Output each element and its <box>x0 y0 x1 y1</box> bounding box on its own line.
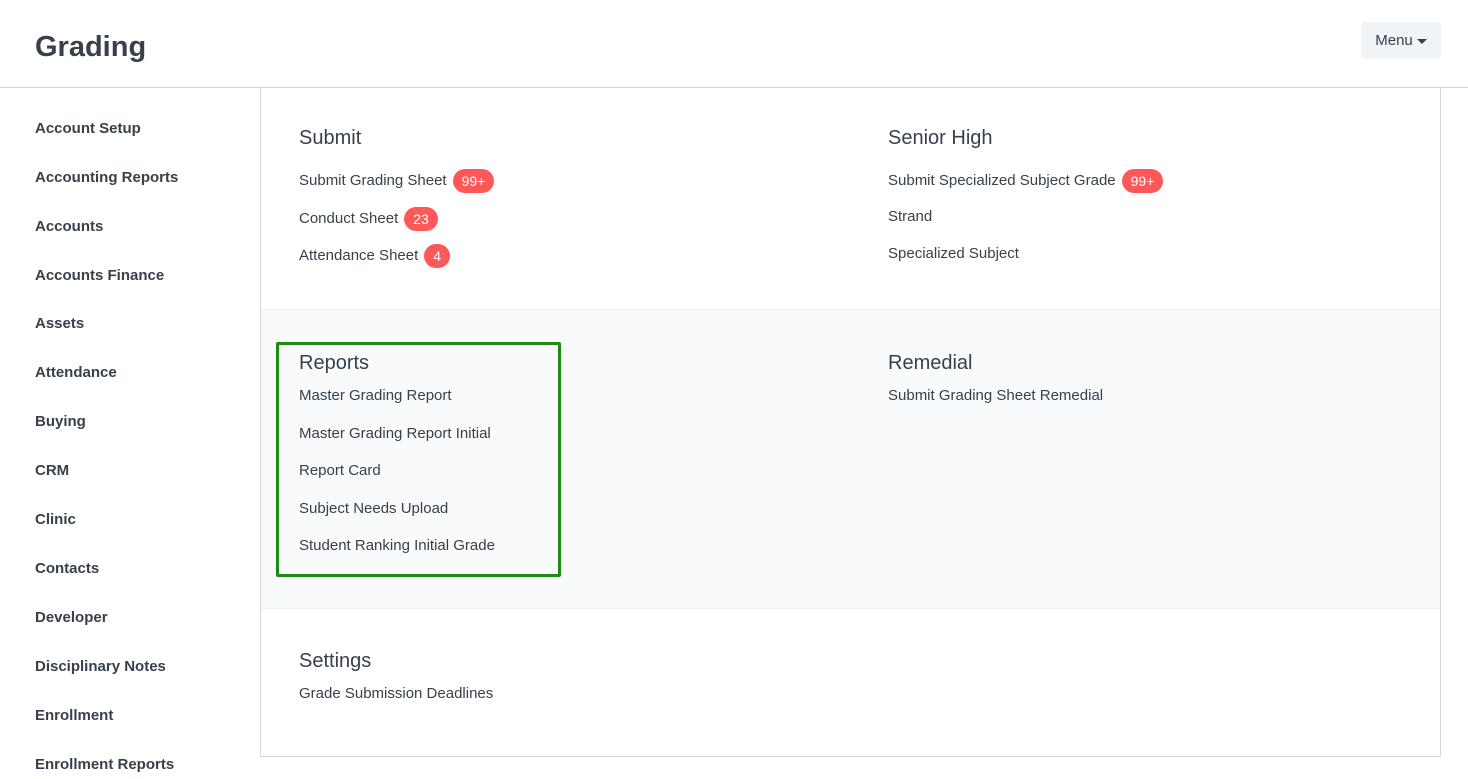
sidebar-item-enrollment[interactable]: Enrollment <box>35 706 113 726</box>
section-row-reports: Reports Master Grading Report Master Gra… <box>261 309 1440 609</box>
link-label: Submit Grading Sheet Remedial <box>888 387 1104 404</box>
section-title-reports: Reports <box>299 352 370 374</box>
page-title: Grading <box>35 31 147 63</box>
count-badge: 23 <box>404 207 438 231</box>
sidebar-item-assets[interactable]: Assets <box>35 314 84 334</box>
sidebar-item-clinic[interactable]: Clinic <box>35 510 76 530</box>
link-report-card[interactable]: Report Card <box>299 461 381 481</box>
section-title-settings: Settings <box>299 650 372 672</box>
sidebar-item-account-setup[interactable]: Account Setup <box>35 119 141 139</box>
link-label: Master Grading Report <box>299 387 452 404</box>
link-label: Specialized Subject <box>888 245 1019 262</box>
caret-down-icon <box>1416 39 1427 44</box>
page-header: Grading Menu <box>0 0 1468 88</box>
sidebar-item-accounting-reports[interactable]: Accounting Reports <box>35 168 178 188</box>
section-title-remedial: Remedial <box>888 352 973 374</box>
sidebar: Account Setup Accounting Reports Account… <box>0 88 260 779</box>
section-remedial: Remedial Submit Grading Sheet Remedial <box>888 350 1408 580</box>
sidebar-item-contacts[interactable]: Contacts <box>35 559 99 579</box>
link-specialized-subject[interactable]: Specialized Subject <box>888 244 1019 264</box>
sidebar-item-buying[interactable]: Buying <box>35 412 86 432</box>
link-strand[interactable]: Strand <box>888 207 932 227</box>
link-label: Conduct Sheet <box>299 210 399 227</box>
section-title-submit: Submit <box>299 127 362 149</box>
count-badge: 4 <box>424 244 451 268</box>
link-label: Subject Needs Upload <box>299 500 449 517</box>
link-label: Master Grading Report Initial <box>299 425 491 442</box>
link-submit-specialized-subject-grade[interactable]: Submit Specialized Subject Grade 99+ <box>888 169 1164 193</box>
module-content: Submit Submit Grading Sheet 99+ Conduct … <box>260 88 1441 757</box>
link-grade-submission-deadlines[interactable]: Grade Submission Deadlines <box>299 684 493 704</box>
link-attendance-sheet[interactable]: Attendance Sheet 4 <box>299 244 451 268</box>
menu-button[interactable]: Menu <box>1361 22 1441 59</box>
section-row-settings: Settings Grade Submission Deadlines <box>261 609 1440 756</box>
section-title-senior-high: Senior High <box>888 127 993 149</box>
link-label: Grade Submission Deadlines <box>299 685 494 702</box>
count-badge: 99+ <box>1121 169 1164 193</box>
sidebar-item-enrollment-reports[interactable]: Enrollment Reports <box>35 755 174 775</box>
link-master-grading-report[interactable]: Master Grading Report <box>299 386 452 406</box>
link-submit-grading-sheet-remedial[interactable]: Submit Grading Sheet Remedial <box>888 386 1103 406</box>
sidebar-item-developer[interactable]: Developer <box>35 608 108 628</box>
link-label: Strand <box>888 208 933 225</box>
section-settings: Settings Grade Submission Deadlines <box>299 648 859 748</box>
link-master-grading-report-initial[interactable]: Master Grading Report Initial <box>299 424 491 444</box>
link-label: Student Ranking Initial Grade <box>299 537 495 554</box>
sidebar-item-accounts-finance[interactable]: Accounts Finance <box>35 266 164 286</box>
link-label: Submit Specialized Subject Grade <box>888 172 1116 189</box>
link-student-ranking-initial-grade[interactable]: Student Ranking Initial Grade <box>299 536 495 556</box>
menu-button-label: Menu <box>1375 32 1413 49</box>
link-label: Submit Grading Sheet <box>299 172 447 189</box>
section-submit: Submit Submit Grading Sheet 99+ Conduct … <box>299 125 859 305</box>
sidebar-item-disciplinary-notes[interactable]: Disciplinary Notes <box>35 657 166 677</box>
section-row-submit: Submit Submit Grading Sheet 99+ Conduct … <box>261 88 1440 309</box>
section-senior-high: Senior High Submit Specialized Subject G… <box>888 125 1408 305</box>
section-reports: Reports Master Grading Report Master Gra… <box>299 350 559 580</box>
link-submit-grading-sheet[interactable]: Submit Grading Sheet 99+ <box>299 169 495 193</box>
sidebar-item-crm[interactable]: CRM <box>35 461 69 481</box>
link-label: Attendance Sheet <box>299 247 419 264</box>
link-conduct-sheet[interactable]: Conduct Sheet 23 <box>299 207 438 231</box>
count-badge: 99+ <box>452 169 495 193</box>
link-subject-needs-upload[interactable]: Subject Needs Upload <box>299 499 448 519</box>
link-label: Report Card <box>299 462 381 479</box>
sidebar-item-attendance[interactable]: Attendance <box>35 363 117 383</box>
sidebar-item-accounts[interactable]: Accounts <box>35 217 103 237</box>
